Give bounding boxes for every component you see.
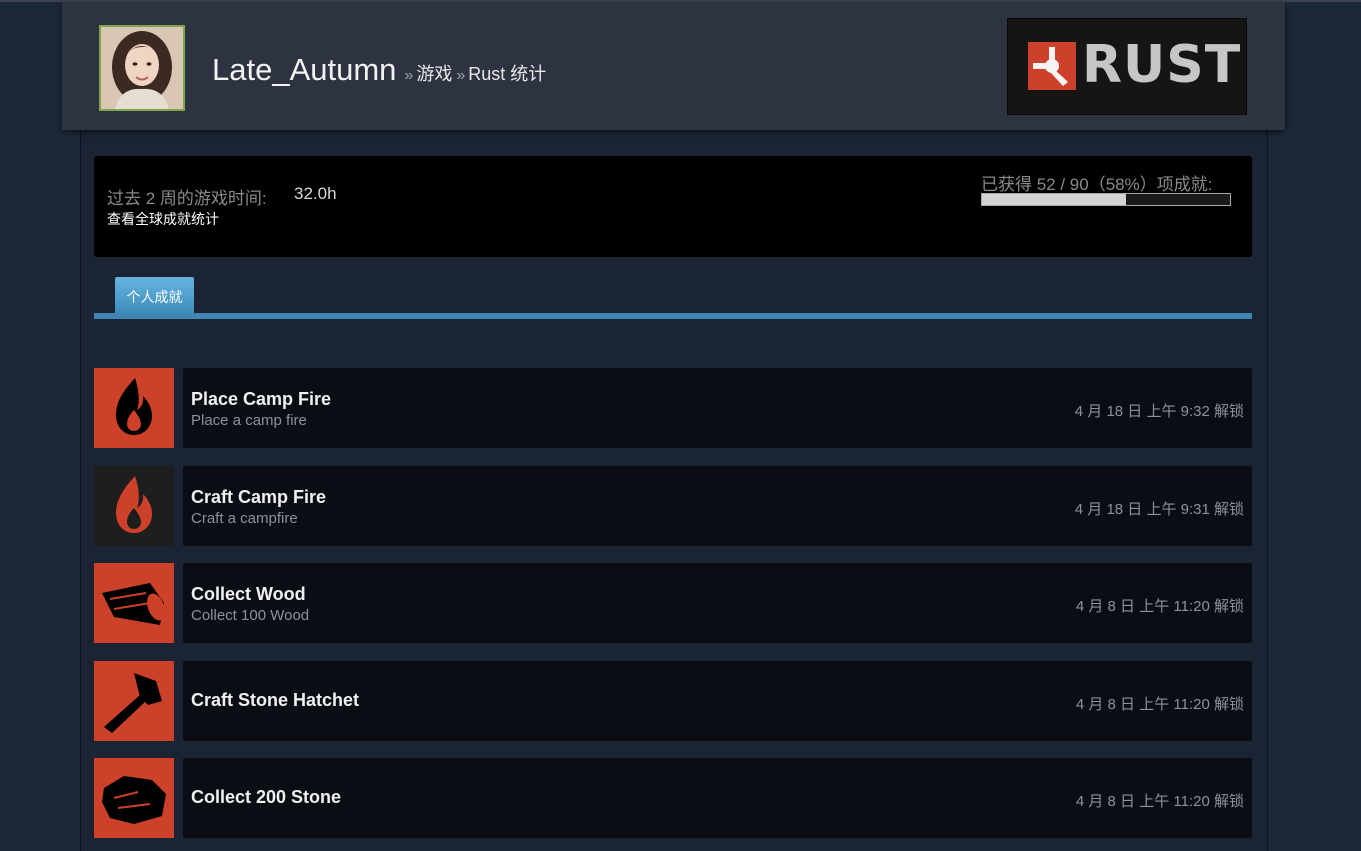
achievement-title: Collect 200 Stone	[191, 787, 342, 807]
wood-log-icon	[94, 563, 174, 643]
achievement-info: Collect Wood Collect 100 Wood 4 月 8 日 上午…	[183, 563, 1252, 643]
achievement-description: Collect 100 Wood	[191, 607, 310, 624]
achievement-description: Place a camp fire	[191, 412, 307, 429]
stats-summary-panel: 过去 2 周的游戏时间: 32.0h 查看全球成就统计 已获得 52 / 90（…	[94, 156, 1252, 257]
achievement-title: Collect Wood	[191, 584, 306, 604]
achievement-unlock-time: 4 月 18 日 上午 9:32 解锁	[1074, 403, 1244, 420]
achievement-info: Collect 200 Stone 4 月 8 日 上午 11:20 解锁	[183, 758, 1252, 838]
game-logo[interactable]: RUST	[1007, 18, 1247, 115]
tab-personal-achievements[interactable]: 个人成就	[115, 277, 194, 316]
breadcrumb: Late_Autumn» 游戏» Rust 统计	[212, 52, 546, 88]
achievement-info: Place Camp Fire Place a camp fire 4 月 18…	[183, 368, 1252, 448]
rust-logo-icon	[1028, 42, 1076, 90]
achievement-title: Place Camp Fire	[191, 389, 332, 409]
user-avatar[interactable]	[99, 25, 185, 111]
achievement-unlock-time: 4 月 8 日 上午 11:20 解锁	[1075, 598, 1244, 615]
game-logo-text: RUST	[1082, 35, 1242, 95]
profile-header: Late_Autumn» 游戏» Rust 统计 RUST	[62, 2, 1285, 130]
achievement-info: Craft Stone Hatchet 4 月 8 日 上午 11:20 解锁	[183, 661, 1252, 741]
breadcrumb-separator: »	[404, 67, 414, 84]
achievement-title: Craft Camp Fire	[191, 487, 327, 507]
achievement-description: Craft a campfire	[191, 510, 298, 527]
global-stats-link[interactable]: 查看全球成就统计	[107, 209, 219, 229]
achievement-unlock-time: 4 月 8 日 上午 11:20 解锁	[1075, 793, 1244, 810]
breadcrumb-rust-stats[interactable]: Rust 统计	[468, 64, 546, 84]
playtime-value: 32.0h	[294, 184, 337, 203]
breadcrumb-games-link[interactable]: 游戏	[416, 64, 452, 84]
achievement-title: Craft Stone Hatchet	[191, 690, 360, 710]
campfire-icon	[94, 368, 174, 448]
achievement-row: Collect Wood Collect 100 Wood 4 月 8 日 上午…	[94, 563, 1252, 643]
stone-icon	[94, 758, 174, 838]
achievement-progress-fill	[982, 194, 1126, 205]
playtime-label: 过去 2 周的游戏时间:	[107, 189, 267, 208]
achievement-unlock-time: 4 月 18 日 上午 9:31 解锁	[1074, 501, 1244, 518]
campfire-icon	[94, 466, 174, 546]
hatchet-icon	[94, 661, 174, 741]
profile-username-link[interactable]: Late_Autumn	[212, 52, 396, 87]
achievement-progress-bar	[981, 193, 1231, 206]
achievement-count: 已获得 52 / 90（58%）项成就:	[981, 175, 1213, 194]
achievement-row: Craft Camp Fire Craft a campfire 4 月 18 …	[94, 466, 1252, 546]
achievement-row: Collect 200 Stone 4 月 8 日 上午 11:20 解锁	[94, 758, 1252, 838]
achievement-info: Craft Camp Fire Craft a campfire 4 月 18 …	[183, 466, 1252, 546]
achievement-row: Craft Stone Hatchet 4 月 8 日 上午 11:20 解锁	[94, 661, 1252, 741]
tab-underline	[94, 313, 1252, 319]
achievement-unlock-time: 4 月 8 日 上午 11:20 解锁	[1075, 696, 1244, 713]
breadcrumb-separator: »	[456, 67, 466, 84]
achievement-row: Place Camp Fire Place a camp fire 4 月 18…	[94, 368, 1252, 448]
